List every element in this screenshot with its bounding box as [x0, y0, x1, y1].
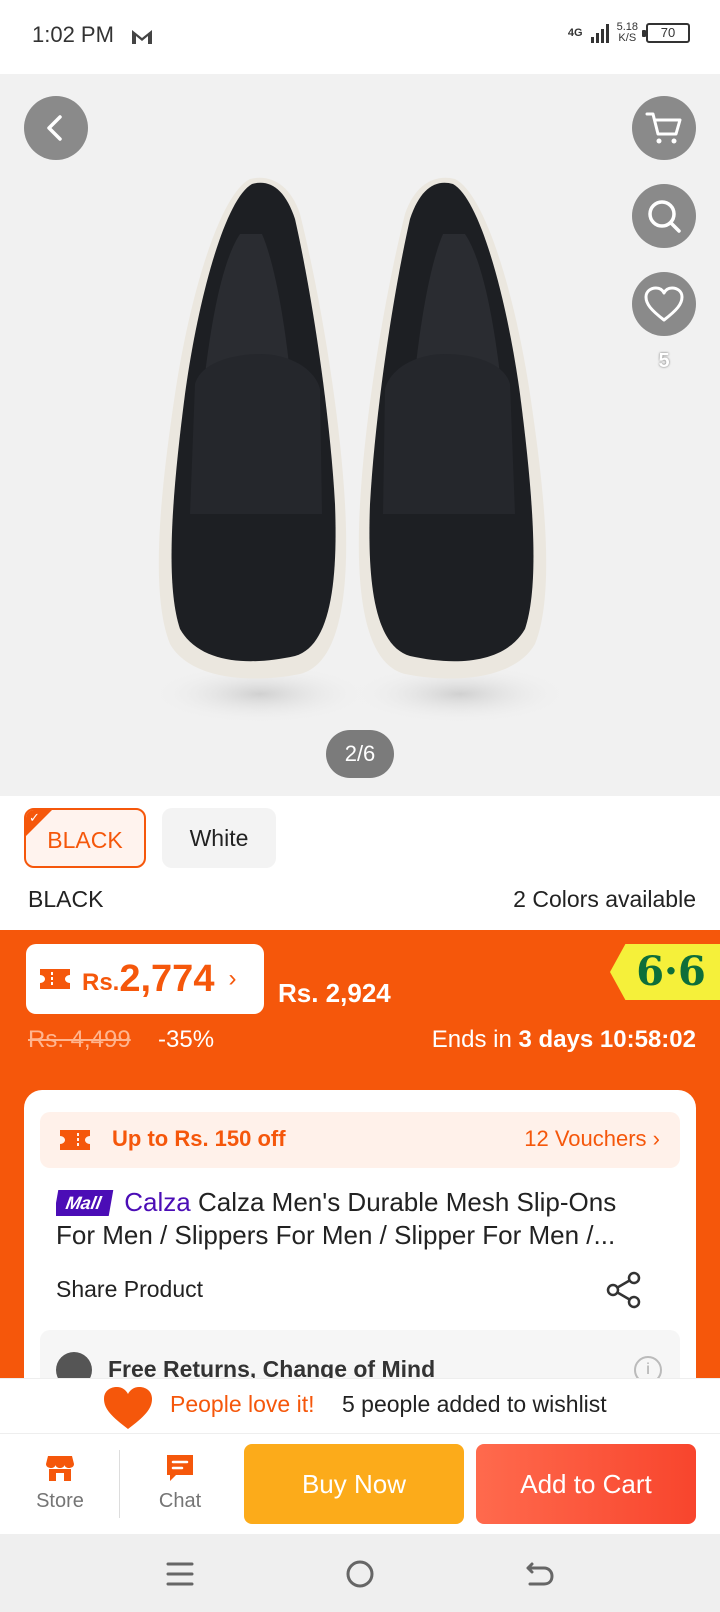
voucher-text: Up to Rs. 150 off — [112, 1126, 286, 1151]
signal-icon — [590, 23, 609, 43]
share-icon[interactable] — [604, 1270, 644, 1310]
ends-days: 3 days — [518, 1026, 594, 1053]
buy-now-button[interactable]: Buy Now — [244, 1444, 464, 1524]
action-bar: Store Chat Buy Now Add to Cart — [0, 1434, 720, 1534]
people-love-text: People love it! — [170, 1391, 315, 1417]
voucher-count-label: 12 Vouchers — [524, 1126, 647, 1151]
ends-prefix: Ends in — [431, 1026, 512, 1053]
chevron-right-icon: › — [228, 965, 237, 992]
cart-icon — [645, 112, 682, 144]
product-gallery[interactable]: 5 2/6 — [0, 74, 720, 796]
status-bar: 1:02 PM 4G 5.18 K/S 70 — [0, 0, 720, 74]
product-image[interactable] — [150, 174, 570, 734]
variant-chip-white[interactable]: White — [162, 808, 276, 868]
brand-name[interactable]: Calza — [124, 1187, 190, 1217]
ends-time: 10:58:02 — [599, 1026, 696, 1053]
mail-icon — [132, 30, 152, 44]
status-time: 1:02 PM — [32, 22, 114, 47]
add-to-cart-button[interactable]: Add to Cart — [476, 1444, 696, 1524]
chevron-right-icon: › — [652, 1126, 660, 1151]
store-icon — [46, 1456, 74, 1481]
variant-selector: ✓ BLACK White BLACK 2 Colors available — [0, 796, 720, 930]
network-speed: 5.18 K/S — [617, 22, 638, 44]
voucher-price: 2,774 — [119, 957, 215, 1000]
chat-button[interactable]: Chat — [140, 1448, 220, 1522]
checkmark-icon: ✓ — [29, 810, 40, 825]
wishlist-button[interactable] — [632, 272, 696, 336]
wishlist-added-text: 5 people added to wishlist — [342, 1391, 607, 1417]
menu-icon[interactable] — [158, 1552, 202, 1596]
discount-percent: -35% — [158, 1026, 215, 1053]
variant-chip-black[interactable]: ✓ BLACK — [24, 808, 146, 868]
back-button[interactable] — [24, 96, 88, 160]
divider — [119, 1450, 120, 1518]
price-section: Rs. 2,774 › Rs. 2,924 6·6 Rs. 4,499 -35%… — [0, 930, 720, 1410]
wishlist-count: 5 — [658, 350, 670, 372]
countdown: Ends in 3 days 10:58:02 — [432, 1026, 696, 1054]
wishlist-banner: People love it! 5 people added to wishli… — [0, 1378, 720, 1434]
mall-badge: Mall — [56, 1190, 114, 1216]
battery-icon: 70 — [642, 23, 690, 43]
colors-available: 2 Colors available — [513, 886, 696, 912]
status-indicators: 4G 5.18 K/S 70 — [568, 22, 690, 44]
heart-icon — [104, 1387, 152, 1429]
cart-button[interactable] — [632, 96, 696, 160]
speed-unit: K/S — [618, 32, 637, 44]
voucher-row[interactable]: Up to Rs. 150 off 12 Vouchers › — [40, 1112, 680, 1168]
chat-icon — [167, 1455, 193, 1481]
variant-label: BLACK — [47, 827, 123, 853]
store-label: Store — [36, 1490, 84, 1512]
share-product-label[interactable]: Share Product — [56, 1276, 203, 1303]
system-nav-bar — [0, 1534, 720, 1612]
voucher-count: 12 Vouchers › — [524, 1126, 660, 1152]
home-icon[interactable] — [338, 1552, 382, 1596]
selected-variant: BLACK — [28, 886, 104, 912]
currency-prefix: Rs. — [82, 969, 120, 996]
coupon-icon — [40, 969, 70, 989]
network-type: 4G — [567, 26, 583, 39]
image-counter: 2/6 — [326, 730, 394, 778]
original-price: Rs. 4,499 — [28, 1026, 131, 1053]
back-nav-icon[interactable] — [518, 1552, 562, 1596]
search-button[interactable] — [632, 184, 696, 248]
variant-label: White — [189, 825, 249, 851]
heart-icon — [644, 286, 684, 322]
back-icon — [47, 115, 62, 141]
store-button[interactable]: Store — [20, 1448, 100, 1522]
search-icon — [648, 200, 681, 233]
alt-price: Rs. 2,924 — [278, 978, 391, 1008]
voucher-icon — [60, 1130, 90, 1150]
voucher-price-button[interactable]: Rs. 2,774 › — [26, 944, 264, 1014]
product-title: Mall Calza Calza Men's Durable Mesh Slip… — [56, 1186, 656, 1252]
product-info-card: Up to Rs. 150 off 12 Vouchers › Mall Cal… — [24, 1090, 696, 1410]
chat-label: Chat — [158, 1490, 202, 1512]
campaign-badge: 6·6 — [610, 944, 720, 1000]
